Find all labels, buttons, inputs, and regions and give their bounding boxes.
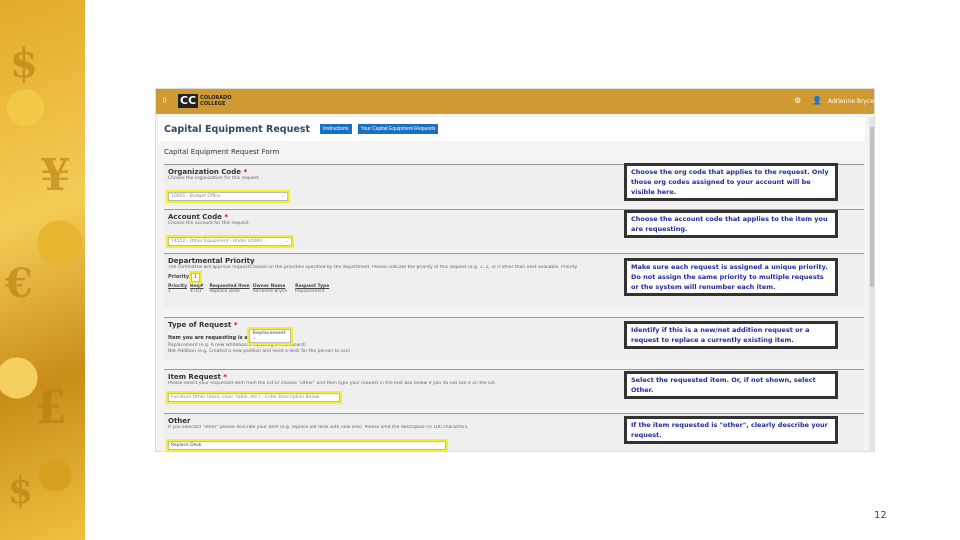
- user-name[interactable]: Adrienne Bryce: [828, 98, 874, 105]
- org-title: Organization Code: [168, 168, 241, 176]
- page-number: 12: [874, 510, 887, 521]
- instructions-button[interactable]: Instructions: [319, 124, 352, 134]
- account-title: Account Code: [168, 213, 222, 221]
- my-requests-button[interactable]: Your Capital Equipment Requests: [357, 124, 439, 134]
- scrollbar[interactable]: [869, 117, 874, 451]
- callout-type: Identify if this is a new/net addition r…: [624, 321, 838, 349]
- logo-line2: COLLEGE: [200, 101, 226, 107]
- account-code-select[interactable]: 74552 - Other Equipment - Under $5000 ..…: [166, 235, 294, 248]
- other-description-input[interactable]: Replace Desk: [166, 439, 448, 451]
- top-bar: ⠿ CC COLORADO COLLEGE ⚙ 👤 Adrienne Bryce: [156, 89, 874, 114]
- college-logo: CC COLORADO COLLEGE: [178, 94, 231, 108]
- callout-priority: Make sure each request is assigned a uni…: [624, 258, 838, 296]
- type-title: Type of Request: [168, 321, 232, 329]
- callout-account-code: Choose the account code that applies to …: [624, 210, 838, 238]
- org-code-select[interactable]: 10001 - Budget Office ⌄: [166, 190, 290, 203]
- required-mark: *: [243, 168, 248, 176]
- priority-input[interactable]: 1: [188, 271, 203, 284]
- table-row: 1 4703 Replace Desk Adrienne Bryce Replaceme…: [168, 289, 325, 294]
- user-icon[interactable]: 👤: [812, 96, 822, 105]
- gear-icon[interactable]: ⚙: [794, 96, 801, 105]
- decorative-currency-background: $ ¥ € £ $: [0, 0, 85, 540]
- item-request-select[interactable]: Furniture Other (desk, chair, table, etc…: [166, 391, 342, 404]
- required-mark: *: [223, 373, 227, 381]
- callout-item: Select the requested item. Or, if not sh…: [624, 371, 838, 399]
- request-type-select[interactable]: Replacement ⌄: [247, 327, 294, 345]
- required-mark: *: [233, 321, 238, 329]
- priority-label: Priority: [168, 274, 190, 280]
- logo-mark: CC: [178, 94, 199, 108]
- callout-other: If the item requested is "other", clearl…: [624, 416, 838, 444]
- type-label: Item you are requesting is a: [168, 335, 248, 341]
- page-header: Capital Equipment Request Instructions Y…: [159, 117, 865, 141]
- apps-grid-icon[interactable]: ⠿: [162, 97, 167, 105]
- callout-org-code: Choose the org code that applies to the …: [624, 163, 838, 201]
- page-title: Capital Equipment Request: [164, 123, 310, 135]
- required-mark: *: [224, 213, 229, 221]
- form-title: Capital Equipment Request Form: [164, 148, 280, 156]
- type-help-net-addition: Net Addition (e.g. Created a new positio…: [168, 349, 351, 354]
- item-title: Item Request: [168, 373, 221, 381]
- priority-table: Priority Req# Requested Item Owner Name Requ…: [168, 284, 333, 294]
